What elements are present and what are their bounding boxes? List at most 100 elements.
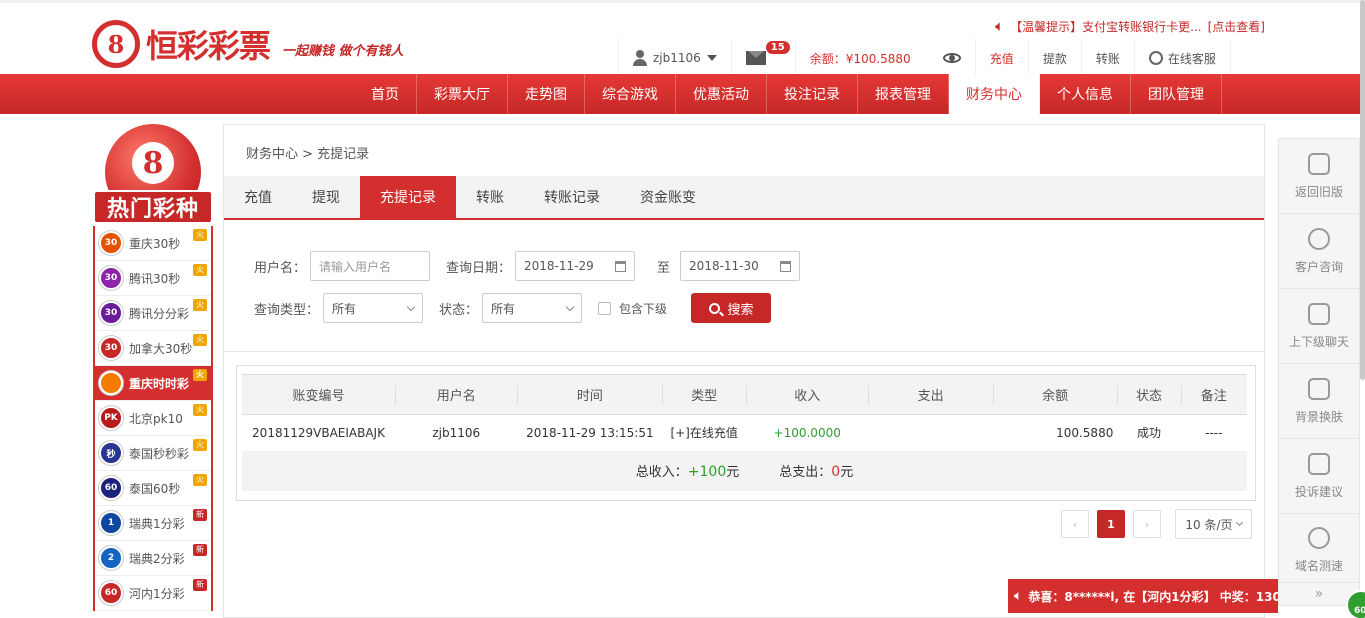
hot-tag: 火 bbox=[193, 439, 207, 451]
total-income-value: +100 bbox=[687, 464, 727, 480]
tool-button[interactable]: 域名测速 bbox=[1278, 513, 1360, 588]
user-menu[interactable]: zjb1106 bbox=[618, 39, 731, 77]
lottery-icon: 30 bbox=[99, 336, 123, 360]
nav-item[interactable]: 彩票大厅 bbox=[417, 74, 508, 114]
hot-lottery-item[interactable]: 秒泰国秒秒彩火 bbox=[95, 436, 211, 471]
speaker-icon: 🔈︎ bbox=[1014, 588, 1023, 604]
speaker-icon: 🔈︎ bbox=[995, 17, 1005, 35]
status-label: 状态： bbox=[439, 302, 479, 318]
speedometer-icon bbox=[1308, 527, 1330, 549]
username-input[interactable]: 请输入用户名 bbox=[310, 251, 431, 281]
calendar-icon bbox=[615, 260, 627, 272]
tool-button[interactable]: 客户咨询 bbox=[1278, 213, 1360, 288]
recharge-link[interactable]: 充值 bbox=[974, 39, 1028, 77]
page-size-select[interactable]: 10 条/页 bbox=[1175, 509, 1252, 539]
tool-label: 背景换肤 bbox=[1294, 409, 1343, 424]
nav-item[interactable]: 优惠活动 bbox=[676, 74, 767, 114]
mail-count-badge: 15 bbox=[765, 41, 790, 54]
hot-lottery-item[interactable]: 1 瑞典1分彩新 bbox=[95, 506, 211, 541]
date-to-input[interactable]: 2018-11-30 bbox=[680, 251, 801, 281]
eye-icon[interactable] bbox=[942, 53, 961, 63]
hot-lottery-item[interactable]: 60 河内1分彩新 bbox=[95, 576, 211, 611]
divider bbox=[224, 351, 1264, 352]
currency-label: 元 bbox=[726, 465, 740, 480]
nav-item[interactable]: 财务中心 bbox=[949, 74, 1040, 114]
online-count-badge[interactable]: 60 bbox=[1346, 590, 1365, 618]
status-select[interactable]: 所有 bbox=[482, 293, 583, 323]
mail-icon bbox=[745, 51, 766, 65]
nav-item[interactable]: 报表管理 bbox=[858, 74, 949, 114]
tab[interactable]: 转账记录 bbox=[524, 176, 620, 218]
currency-label: 元 bbox=[840, 465, 854, 480]
tab[interactable]: 资金账变 bbox=[620, 176, 716, 218]
total-income-label: 总收入： bbox=[635, 465, 688, 480]
hot-lottery-label: 泰国60秒 bbox=[129, 481, 181, 496]
main-nav: 首页 彩票大厅 走势图 综合游戏 优惠活动 投注记录 报表管理 财务中心 个人信息 团队管理 bbox=[0, 74, 1365, 114]
recharge-label: 充值 bbox=[989, 51, 1014, 66]
column-header: 收入 bbox=[745, 374, 869, 415]
nav-item[interactable]: 综合游戏 bbox=[585, 74, 676, 114]
search-icon bbox=[708, 302, 720, 314]
nav-item[interactable]: 个人信息 bbox=[1040, 74, 1131, 114]
shirt-icon bbox=[1308, 377, 1330, 400]
username-label: 用户名： bbox=[254, 260, 307, 276]
hot-lottery-item[interactable]: 30 腾讯30秒火 bbox=[95, 261, 211, 296]
table-cell: 100.5880 bbox=[1056, 425, 1114, 440]
table-cell: [+]在线充值 bbox=[670, 426, 738, 441]
search-button[interactable]: 搜索 bbox=[691, 293, 772, 323]
headset-icon bbox=[1308, 227, 1330, 250]
mail-button[interactable]: 15 bbox=[730, 39, 795, 77]
tab[interactable]: 转账 bbox=[456, 176, 524, 218]
tool-button[interactable]: 背景换肤 bbox=[1278, 363, 1360, 438]
chevron-down-icon bbox=[1235, 518, 1243, 527]
hot-lottery-item[interactable]: 重庆时时彩火 bbox=[95, 366, 211, 401]
nav-item[interactable]: 走势图 bbox=[508, 74, 585, 114]
hot-tag: 火 bbox=[193, 474, 207, 486]
logo[interactable]: 8 恒彩彩票 一起赚钱 做个有钱人 bbox=[92, 17, 404, 71]
tool-button[interactable]: 返回旧版 bbox=[1278, 138, 1360, 213]
hot-lottery-item[interactable]: 30 腾讯分分彩火 bbox=[95, 296, 211, 331]
include-sub-checkbox[interactable] bbox=[598, 301, 612, 315]
winner-ticker: 🔈︎ 恭喜：8******l, 在【河内1分彩】 中奖：1304 bbox=[1008, 579, 1278, 613]
transfer-link[interactable]: 转账 bbox=[1080, 39, 1134, 77]
hot-lottery-item[interactable]: 2 瑞典2分彩新 bbox=[95, 541, 211, 576]
scrollbar[interactable] bbox=[1360, 0, 1365, 380]
total-expense-value: 0 bbox=[831, 464, 841, 480]
hot-lottery-item[interactable]: PK 北京pk10 火 bbox=[95, 401, 211, 436]
notice-bar[interactable]: 🔈︎ 【温馨提示】支付宝转账银行卡更... [点击查看] bbox=[995, 17, 1265, 35]
page-size-value: 10 条/页 bbox=[1185, 517, 1233, 532]
records-table: 账变编号 用户名 时间 类型 收入 支出 余额 状态 备注 20181129VBAEIABAJK… bbox=[242, 374, 1247, 491]
date-from-input[interactable]: 2018-11-29 bbox=[515, 251, 636, 281]
chevron-down-icon bbox=[565, 302, 575, 311]
type-select[interactable]: 所有 bbox=[323, 293, 424, 323]
hot-lottery-item[interactable]: 30 加拿大30秒火 bbox=[95, 331, 211, 366]
hot-lottery-label: 重庆30秒 bbox=[129, 236, 181, 251]
tool-button[interactable]: 投诉建议 bbox=[1278, 438, 1360, 513]
lottery-icon: 30 bbox=[99, 231, 123, 255]
tab[interactable]: 充值 bbox=[224, 176, 292, 218]
breadcrumb: 财务中心 > 充提记录 bbox=[246, 147, 370, 162]
chat-icon bbox=[1308, 302, 1330, 325]
withdraw-link[interactable]: 提款 bbox=[1027, 39, 1081, 77]
online-service-link[interactable]: 在线客服 bbox=[1133, 39, 1231, 77]
tool-button[interactable]: 上下级聊天 bbox=[1278, 288, 1360, 363]
prev-page-button[interactable]: ‹ bbox=[1061, 510, 1089, 538]
next-page-button[interactable]: › bbox=[1133, 510, 1161, 538]
lottery-icon: 2 bbox=[99, 546, 123, 570]
tool-label: 返回旧版 bbox=[1294, 184, 1343, 199]
column-header: 用户名 bbox=[395, 374, 518, 415]
tab[interactable]: 充提记录 bbox=[360, 176, 456, 218]
nav-item[interactable]: 首页 bbox=[354, 74, 417, 114]
column-header: 状态 bbox=[1117, 374, 1181, 415]
nav-item[interactable]: 投注记录 bbox=[767, 74, 858, 114]
table-row[interactable]: 20181129VBAEIABAJK zjb1106 2018-11-29 13:1… bbox=[242, 415, 1247, 451]
search-button-label: 搜索 bbox=[727, 302, 754, 318]
hot-lottery-item[interactable]: 30 重庆30秒火 bbox=[95, 226, 211, 261]
notice-link[interactable]: [点击查看] bbox=[1208, 18, 1265, 35]
lottery-icon: 30 bbox=[99, 301, 123, 325]
document-icon bbox=[1308, 452, 1330, 475]
page-button-current[interactable]: 1 bbox=[1097, 510, 1125, 538]
nav-item[interactable]: 团队管理 bbox=[1131, 74, 1222, 114]
tab[interactable]: 提现 bbox=[292, 176, 360, 218]
hot-lottery-item[interactable]: 60 泰国60秒火 bbox=[95, 471, 211, 506]
